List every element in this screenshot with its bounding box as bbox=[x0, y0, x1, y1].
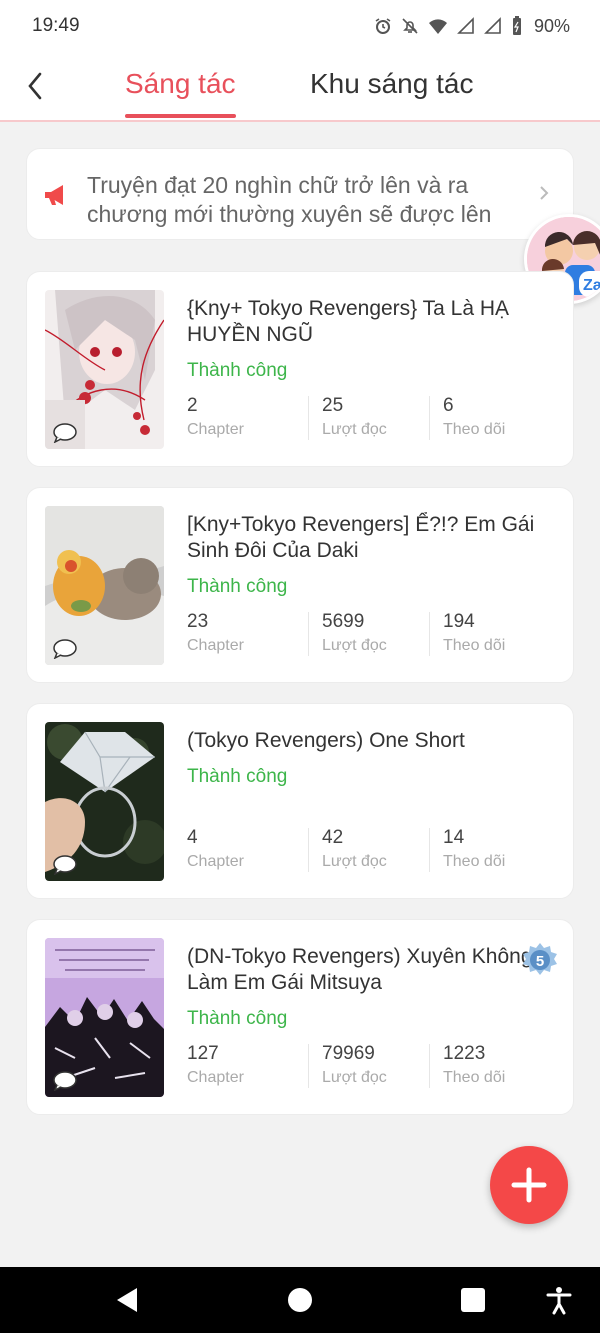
back-button[interactable] bbox=[18, 66, 52, 106]
story-stats: 4 Chapter 42 Lượt đọc 14 Theo dõi bbox=[187, 826, 551, 876]
story-stats: 127 Chapter 79969 Lượt đọc 1223 Theo dõi bbox=[187, 1042, 551, 1092]
story-card[interactable]: {Kny+ Tokyo Revengers} Ta Là HẠ HUYỀN NG… bbox=[26, 271, 574, 467]
stat-value: 2 bbox=[187, 395, 198, 416]
stat-label: Chapter bbox=[187, 853, 244, 870]
megaphone-icon bbox=[45, 185, 63, 205]
comment-icon bbox=[53, 639, 77, 659]
story-title: (DN-Tokyo Revengers) Xuyên Không Làm Em … bbox=[187, 945, 533, 994]
comment-icon bbox=[53, 423, 77, 443]
stat-label: Theo dõi bbox=[443, 637, 506, 654]
comment-icon bbox=[53, 855, 77, 875]
stat-value: 42 bbox=[322, 827, 344, 848]
signal-2-icon bbox=[484, 17, 501, 34]
plus-icon bbox=[511, 1167, 547, 1203]
stat-value: 1223 bbox=[443, 1043, 486, 1064]
story-status: Thành công bbox=[187, 360, 288, 381]
stat-value: 23 bbox=[187, 611, 209, 632]
stat-chapter: 2 Chapter bbox=[187, 394, 308, 444]
stat-label: Theo dõi bbox=[443, 421, 506, 438]
story-card[interactable]: (Tokyo Revengers) One Short Thành công 4… bbox=[26, 703, 574, 899]
add-story-button[interactable] bbox=[490, 1146, 568, 1224]
nav-back-icon[interactable] bbox=[113, 1285, 143, 1315]
stat-label: Chapter bbox=[187, 421, 244, 438]
stat-chapter: 23 Chapter bbox=[187, 610, 308, 660]
stat-label: Chapter bbox=[187, 1069, 244, 1086]
stat-followers: 1223 Theo dõi bbox=[429, 1042, 550, 1092]
chevron-right-icon bbox=[540, 186, 549, 200]
stat-followers: 14 Theo dõi bbox=[429, 826, 550, 876]
stat-reads: 25 Lượt đọc bbox=[308, 394, 429, 444]
level-badge-icon: 5 bbox=[523, 943, 557, 975]
story-cover bbox=[45, 290, 164, 449]
story-card[interactable]: [Kny+Tokyo Revengers] Ể?!? Em Gái Sinh Đ… bbox=[26, 487, 574, 683]
stat-value: 194 bbox=[443, 611, 475, 632]
status-time: 19:49 bbox=[32, 15, 80, 36]
header: Sáng tác Khu sáng tác bbox=[0, 52, 600, 122]
nav-home-icon[interactable] bbox=[285, 1285, 315, 1315]
stat-value: 14 bbox=[443, 827, 465, 848]
stat-value: 25 bbox=[322, 395, 344, 416]
comment-icon bbox=[53, 1071, 77, 1091]
story-status: Thành công bbox=[187, 766, 288, 787]
notifications-off-icon bbox=[402, 18, 418, 34]
tab-khu-sang-tac[interactable]: Khu sáng tác bbox=[310, 68, 473, 118]
battery-icon bbox=[512, 16, 521, 35]
stat-reads: 79969 Lượt đọc bbox=[308, 1042, 429, 1092]
signal-icon bbox=[457, 17, 474, 34]
system-nav-bar bbox=[0, 1267, 600, 1333]
stat-label: Theo dõi bbox=[443, 1069, 506, 1086]
nav-recents-icon[interactable] bbox=[458, 1285, 488, 1315]
stat-value: 6 bbox=[443, 395, 454, 416]
stat-followers: 194 Theo dõi bbox=[429, 610, 550, 660]
stat-chapter: 4 Chapter bbox=[187, 826, 308, 876]
story-title: (Tokyo Revengers) One Short bbox=[187, 729, 465, 752]
story-cover bbox=[45, 938, 164, 1097]
notice-text: Truyện đạt 20 nghìn chữ trở lên và ra ch… bbox=[87, 172, 492, 227]
accessibility-icon[interactable] bbox=[544, 1285, 574, 1315]
stat-label: Lượt đọc bbox=[322, 853, 387, 870]
tab-sang-tac[interactable]: Sáng tác bbox=[125, 68, 236, 118]
stat-reads: 5699 Lượt đọc bbox=[308, 610, 429, 660]
story-cover bbox=[45, 722, 164, 881]
stat-label: Lượt đọc bbox=[322, 637, 387, 654]
story-title: [Kny+Tokyo Revengers] Ể?!? Em Gái Sinh Đ… bbox=[187, 513, 535, 562]
stat-value: 79969 bbox=[322, 1043, 375, 1064]
stat-label: Lượt đọc bbox=[322, 421, 387, 438]
stat-label: Chapter bbox=[187, 637, 244, 654]
stat-reads: 42 Lượt đọc bbox=[308, 826, 429, 876]
chevron-left-icon bbox=[28, 72, 42, 100]
story-stats: 2 Chapter 25 Lượt đọc 6 Theo dõi bbox=[187, 394, 551, 444]
stat-value: 127 bbox=[187, 1043, 219, 1064]
status-bar: 19:49 90% bbox=[0, 0, 600, 52]
stat-value: 5699 bbox=[322, 611, 365, 632]
alarm-icon bbox=[375, 18, 391, 34]
story-cover bbox=[45, 506, 164, 665]
battery-percent: 90% bbox=[533, 15, 570, 36]
stat-label: Theo dõi bbox=[443, 853, 506, 870]
story-status: Thành công bbox=[187, 576, 288, 597]
story-stats: 23 Chapter 5699 Lượt đọc 194 Theo dõi bbox=[187, 610, 551, 660]
wifi-icon bbox=[428, 19, 447, 34]
stat-value: 4 bbox=[187, 827, 198, 848]
level-badge-text: 5 bbox=[536, 953, 544, 970]
notice-banner[interactable]: Truyện đạt 20 nghìn chữ trở lên và ra ch… bbox=[26, 148, 574, 240]
story-card[interactable]: (DN-Tokyo Revengers) Xuyên Không Làm Em … bbox=[26, 919, 574, 1115]
stat-followers: 6 Theo dõi bbox=[429, 394, 550, 444]
story-status: Thành công bbox=[187, 1008, 288, 1029]
story-title: {Kny+ Tokyo Revengers} Ta Là HẠ HUYỀN NG… bbox=[187, 297, 510, 346]
stat-chapter: 127 Chapter bbox=[187, 1042, 308, 1092]
zalo-text: Zal bbox=[583, 277, 600, 294]
stat-label: Lượt đọc bbox=[322, 1069, 387, 1086]
status-icons: 90% bbox=[374, 16, 570, 37]
